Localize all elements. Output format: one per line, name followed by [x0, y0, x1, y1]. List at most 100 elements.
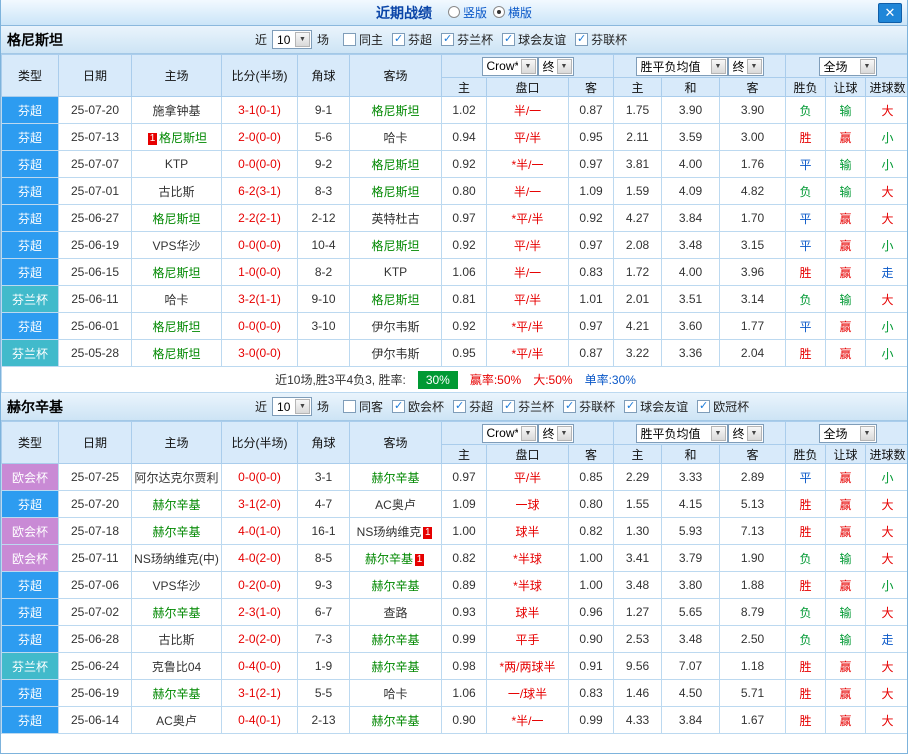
unchecked-checkbox-icon[interactable]: [343, 400, 357, 413]
home-team-cell[interactable]: NS玚纳维克(中): [131, 544, 222, 572]
checked-checkbox-icon[interactable]: ✓: [563, 400, 577, 413]
odds-final-select[interactable]: 终 ▼: [537, 423, 574, 443]
filter-同主[interactable]: 同主: [343, 31, 383, 48]
league-type-badge: 芬超: [1, 258, 59, 286]
checked-checkbox-icon[interactable]: ✓: [697, 400, 711, 413]
match-count-select[interactable]: 10 ▼: [272, 397, 313, 416]
odds-final-select[interactable]: 终 ▼: [537, 56, 574, 76]
away-team-cell[interactable]: 哈卡: [349, 123, 442, 151]
home-team-cell[interactable]: 格尼斯坦: [131, 339, 222, 367]
checked-checkbox-icon[interactable]: ✓: [392, 33, 406, 46]
away-team-cell[interactable]: 赫尔辛基: [349, 625, 442, 653]
filter-同客[interactable]: 同客: [343, 398, 383, 415]
checked-checkbox-icon[interactable]: ✓: [502, 33, 516, 46]
home-team-cell[interactable]: 1 格尼斯坦: [131, 123, 222, 151]
home-team-cell[interactable]: 赫尔辛基: [131, 598, 222, 626]
home-team-cell[interactable]: 施拿钟基: [131, 96, 222, 124]
checked-checkbox-icon[interactable]: ✓: [624, 400, 638, 413]
col-header-home: 主场: [131, 54, 222, 97]
date-cell: 25-06-28: [58, 625, 132, 653]
date-cell: 25-07-06: [58, 571, 132, 599]
filter-芬兰杯[interactable]: ✓ 芬兰杯: [502, 398, 554, 415]
away-team-cell[interactable]: 格尼斯坦: [349, 150, 442, 178]
home-team-cell[interactable]: 克鲁比04: [131, 652, 222, 680]
score-cell: 2-0(0-0): [221, 123, 298, 151]
filter-芬联杯[interactable]: ✓ 芬联杯: [575, 31, 627, 48]
goals-cell: 大: [864, 517, 907, 545]
filter-label: 同客: [359, 400, 384, 414]
odds-source-select[interactable]: Crow* ▼: [481, 423, 538, 443]
filter-欧冠杯[interactable]: ✓ 欧冠杯: [697, 398, 749, 415]
corner-cell: 3-10: [297, 312, 350, 340]
home-team-cell[interactable]: VPS华沙: [131, 571, 222, 599]
home-team-cell[interactable]: 哈卡: [131, 285, 222, 313]
home-team-cell[interactable]: 格尼斯坦: [131, 312, 222, 340]
filter-芬联杯[interactable]: ✓ 芬联杯: [563, 398, 615, 415]
away-team-cell[interactable]: 赫尔辛基: [349, 706, 442, 734]
avg-final-select[interactable]: 终 ▼: [727, 56, 764, 76]
away-team-cell[interactable]: 伊尔韦斯: [349, 339, 442, 367]
match-count-control: 近 10 ▼ 场: [255, 397, 329, 416]
avg-source-select[interactable]: 胜平负均值 ▼: [635, 423, 728, 443]
away-team-cell[interactable]: 伊尔韦斯: [349, 312, 442, 340]
unchecked-checkbox-icon[interactable]: [343, 33, 357, 46]
home-team-cell[interactable]: 格尼斯坦: [131, 258, 222, 286]
away-team-cell[interactable]: 赫尔辛基 1: [349, 544, 442, 572]
date-cell: 25-07-01: [58, 177, 132, 205]
filter-芬超[interactable]: ✓ 芬超: [392, 31, 432, 48]
away-team-cell[interactable]: AC奥卢: [349, 490, 442, 518]
filter-欧会杯[interactable]: ✓ 欧会杯: [392, 398, 444, 415]
odds-source-select[interactable]: Crow* ▼: [481, 56, 538, 76]
home-team-cell[interactable]: 古比斯: [131, 177, 222, 205]
avg-source-select[interactable]: 胜平负均值 ▼: [635, 56, 728, 76]
home-team-cell[interactable]: 格尼斯坦: [131, 204, 222, 232]
filter-球会友谊[interactable]: ✓ 球会友谊: [502, 31, 566, 48]
away-team-cell[interactable]: 格尼斯坦: [349, 231, 442, 259]
home-team-cell[interactable]: KTP: [131, 150, 222, 178]
scope-select[interactable]: 全场 ▼: [818, 423, 877, 443]
home-team-cell[interactable]: VPS华沙: [131, 231, 222, 259]
filter-芬兰杯[interactable]: ✓ 芬兰杯: [441, 31, 493, 48]
away-team-cell[interactable]: 赫尔辛基: [349, 652, 442, 680]
away-team-cell[interactable]: 格尼斯坦: [349, 285, 442, 313]
checked-checkbox-icon[interactable]: ✓: [502, 400, 516, 413]
goals-cell: 小: [864, 150, 907, 178]
odds-header-cell: Crow* ▼ 终 ▼: [441, 421, 614, 445]
home-team-cell[interactable]: 阿尔达克尔贾利: [131, 463, 222, 491]
team-name: 格尼斯坦: [7, 31, 63, 48]
away-team-cell[interactable]: 赫尔辛基: [349, 571, 442, 599]
match-row: 芬超 25-06-01 格尼斯坦 0-0(0-0) 3-10 伊尔韦斯 0.92 *平/半 0.…: [1, 312, 907, 340]
away-team-cell[interactable]: 赫尔辛基: [349, 463, 442, 491]
avg-final-select[interactable]: 终 ▼: [727, 423, 764, 443]
corner-cell: 3-1: [297, 463, 350, 491]
close-button[interactable]: ✕: [878, 3, 902, 23]
score-cell: 3-1(2-1): [221, 679, 298, 707]
away-team-cell[interactable]: 哈卡: [349, 679, 442, 707]
checked-checkbox-icon[interactable]: ✓: [575, 33, 589, 46]
home-team-cell[interactable]: 赫尔辛基: [131, 490, 222, 518]
away-team-cell[interactable]: 格尼斯坦: [349, 96, 442, 124]
home-team-cell[interactable]: AC奥卢: [131, 706, 222, 734]
checked-checkbox-icon[interactable]: ✓: [441, 33, 455, 46]
col-header-handicap: 让球: [825, 77, 866, 97]
layout-radio-horizontal[interactable]: 横版: [493, 4, 532, 21]
checked-checkbox-icon[interactable]: ✓: [453, 400, 467, 413]
away-team-cell[interactable]: 英特杜古: [349, 204, 442, 232]
filter-芬超[interactable]: ✓ 芬超: [453, 398, 493, 415]
checked-checkbox-icon[interactable]: ✓: [392, 400, 406, 413]
away-team-cell[interactable]: KTP: [349, 258, 442, 286]
away-team-cell[interactable]: 格尼斯坦: [349, 177, 442, 205]
odds-home-cell: 0.92: [441, 231, 487, 259]
home-team-cell[interactable]: 赫尔辛基: [131, 679, 222, 707]
scope-select[interactable]: 全场 ▼: [818, 56, 877, 76]
away-team-cell[interactable]: NS玚纳维克 1: [349, 517, 442, 545]
away-team-cell[interactable]: 查路: [349, 598, 442, 626]
home-team-cell[interactable]: 赫尔辛基: [131, 517, 222, 545]
odds-home-cell: 0.92: [441, 312, 487, 340]
avg-draw-cell: 3.80: [661, 571, 720, 599]
home-team-cell[interactable]: 古比斯: [131, 625, 222, 653]
match-count-select[interactable]: 10 ▼: [272, 30, 313, 49]
layout-radio-vertical[interactable]: 竖版: [447, 4, 487, 21]
filter-球会友谊[interactable]: ✓ 球会友谊: [624, 398, 688, 415]
games-label: 场: [317, 400, 330, 414]
